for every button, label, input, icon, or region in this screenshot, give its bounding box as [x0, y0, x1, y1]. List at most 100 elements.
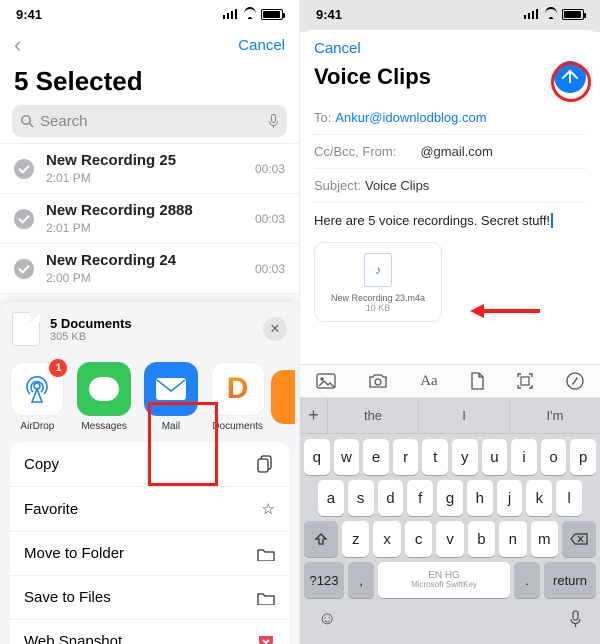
key-o[interactable]: o — [541, 439, 567, 475]
file-icon: ♪ — [364, 253, 392, 287]
subject-field[interactable]: Subject: Voice Clips — [314, 169, 586, 203]
ccbcc-from-field[interactable]: Cc/Bcc, From: @gmail.com — [314, 135, 586, 169]
mail-icon — [144, 362, 198, 416]
action-move-folder[interactable]: Move to Folder — [10, 531, 289, 575]
app-next-partial[interactable] — [271, 362, 295, 432]
app-messages[interactable]: Messages — [71, 362, 138, 432]
share-actions: Copy Favorite ☆ Move to Folder Save — [10, 442, 289, 644]
action-save-files[interactable]: Save to Files — [10, 575, 289, 619]
text-format-icon[interactable]: Aa — [420, 373, 438, 390]
mic-icon[interactable] — [268, 114, 279, 129]
search-field[interactable]: Search — [12, 105, 287, 137]
key-f[interactable]: f — [407, 480, 433, 516]
nav-bar: ‹ Cancel — [0, 28, 299, 64]
attachment[interactable]: ♪ New Recording 23.m4a 10 KB — [314, 242, 442, 322]
from-value: @gmail.com — [420, 144, 492, 159]
key-i[interactable]: i — [511, 439, 537, 475]
app-mail[interactable]: Mail — [138, 362, 205, 432]
document-icon — [12, 312, 40, 346]
app-label: Messages — [81, 421, 127, 432]
cellular-icon — [524, 9, 540, 19]
wifi-icon — [544, 9, 558, 19]
cellular-icon — [223, 9, 239, 19]
action-copy[interactable]: Copy — [10, 442, 289, 486]
cancel-button[interactable]: Cancel — [314, 40, 361, 57]
key-shift[interactable] — [304, 521, 338, 557]
key-return[interactable]: return — [544, 562, 596, 598]
checkmark-icon[interactable] — [14, 259, 34, 279]
key-c[interactable]: c — [405, 521, 432, 557]
action-web-snapshot[interactable]: Web Snapshot — [10, 619, 289, 644]
status-bar: 9:41 — [0, 0, 299, 28]
key-z[interactable]: z — [342, 521, 369, 557]
key-p[interactable]: p — [570, 439, 596, 475]
key-h[interactable]: h — [467, 480, 493, 516]
key-numbers[interactable]: ?123 — [304, 562, 344, 598]
key-q[interactable]: q — [304, 439, 330, 475]
key-backspace[interactable] — [562, 521, 596, 557]
suggestion[interactable]: I'm — [510, 398, 600, 433]
key-m[interactable]: m — [531, 521, 558, 557]
airdrop-icon: 1 — [10, 362, 64, 416]
mail-body[interactable]: Here are 5 voice recordings. Secret stuf… — [300, 203, 600, 234]
suggestion-bar: + the I I'm — [300, 398, 600, 434]
suggestion-expand[interactable]: + — [300, 398, 328, 433]
key-b[interactable]: b — [468, 521, 495, 557]
recording-row[interactable]: New Recording 24 2:00 PM 00:03 — [0, 243, 299, 293]
key-period[interactable]: . — [514, 562, 540, 598]
key-a[interactable]: a — [318, 480, 344, 516]
key-n[interactable]: n — [499, 521, 526, 557]
to-field[interactable]: To: Ankur@idownlodblog.com — [314, 101, 586, 135]
key-v[interactable]: v — [436, 521, 463, 557]
recording-row[interactable]: New Recording 25 2:01 PM 00:03 — [0, 143, 299, 193]
app-documents[interactable]: D Documents — [204, 362, 271, 432]
send-button[interactable] — [554, 61, 586, 93]
emoji-button[interactable]: ☺ — [318, 608, 336, 629]
key-s[interactable]: s — [348, 480, 374, 516]
subject-value: Voice Clips — [365, 178, 429, 193]
action-favorite[interactable]: Favorite ☆ — [10, 486, 289, 531]
key-row-1: q w e r t y u i o p — [300, 434, 600, 475]
photo-library-icon[interactable] — [316, 373, 336, 389]
key-row-3: z x c v b n m — [300, 516, 600, 557]
folder-icon — [257, 547, 275, 561]
key-g[interactable]: g — [437, 480, 463, 516]
key-d[interactable]: d — [378, 480, 404, 516]
clock: 9:41 — [16, 7, 42, 22]
cancel-button[interactable]: Cancel — [238, 37, 285, 54]
key-space[interactable]: EN HG Microsoft SwiftKey — [378, 562, 510, 598]
key-x[interactable]: x — [373, 521, 400, 557]
checkmark-icon[interactable] — [14, 159, 34, 179]
camera-icon[interactable] — [368, 373, 388, 389]
recording-row[interactable]: New Recording 2888 2:01 PM 00:03 — [0, 193, 299, 243]
close-button[interactable]: ✕ — [263, 317, 287, 341]
key-l[interactable]: l — [556, 480, 582, 516]
key-u[interactable]: u — [482, 439, 508, 475]
recording-duration: 00:03 — [255, 162, 285, 176]
attachment-name: New Recording 23.m4a — [323, 293, 433, 303]
back-button[interactable]: ‹ — [14, 32, 21, 58]
checkmark-icon[interactable] — [14, 209, 34, 229]
key-row-2: a s d f g h j k l — [300, 475, 600, 516]
app-airdrop[interactable]: 1 AirDrop — [4, 362, 71, 432]
suggestion[interactable]: I — [419, 398, 510, 433]
key-y[interactable]: y — [452, 439, 478, 475]
mic-button[interactable] — [569, 610, 582, 628]
recording-duration: 00:03 — [255, 262, 285, 276]
share-sheet: 5 Documents 305 KB ✕ 1 AirDrop Messages — [0, 302, 299, 644]
key-e[interactable]: e — [363, 439, 389, 475]
key-k[interactable]: k — [526, 480, 552, 516]
key-comma[interactable]: , — [348, 562, 374, 598]
key-t[interactable]: t — [422, 439, 448, 475]
markup-icon[interactable] — [566, 372, 584, 390]
attach-file-icon[interactable] — [470, 372, 484, 390]
key-j[interactable]: j — [497, 480, 523, 516]
scan-icon[interactable] — [516, 372, 534, 390]
key-r[interactable]: r — [393, 439, 419, 475]
app-label: AirDrop — [20, 421, 54, 432]
suggestion[interactable]: the — [328, 398, 419, 433]
compose-sheet: Cancel Voice Clips To: Ankur@idownlodblo… — [300, 30, 600, 644]
recording-time: 2:00 PM — [46, 271, 255, 285]
status-bar: 9:41 — [300, 0, 600, 28]
key-w[interactable]: w — [334, 439, 360, 475]
